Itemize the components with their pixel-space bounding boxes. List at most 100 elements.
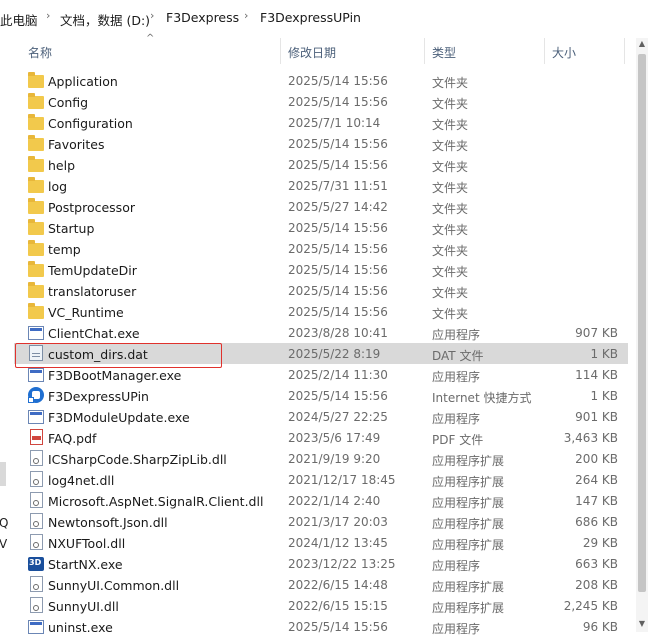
file-row[interactable]: TemUpdateDir 2025/5/14 15:56 文件夹 [14,259,628,280]
file-modified-date: 2022/6/15 14:48 [288,578,388,592]
file-size: 1 KB [590,389,618,403]
breadcrumb-separator-icon[interactable]: › [150,9,154,22]
file-row[interactable]: Newtonsoft.Json.dll 2021/3/17 20:03 应用程序扩展… [14,511,628,532]
file-modified-date: 2025/5/14 15:56 [288,74,388,88]
folder-icon [28,114,44,130]
column-header-type[interactable]: 类型 [432,44,456,61]
file-modified-date: 2025/5/14 15:56 [288,221,388,235]
file-modified-date: 2022/6/15 15:15 [288,599,388,613]
file-row[interactable]: Configuration 2025/7/1 10:14 文件夹 [14,112,628,133]
folder-icon [28,93,44,109]
file-type: PDF 文件 [432,433,484,447]
file-name: temp [48,242,81,257]
breadcrumb-item-drive-d[interactable]: 文档，数据 (D:) [60,10,150,29]
breadcrumb-item-f3dexpressupin[interactable]: F3DexpressUPin [260,10,361,25]
breadcrumb-separator-icon[interactable]: › [244,9,248,22]
file-modified-date: 2025/5/14 15:56 [288,389,388,403]
dat-file-icon [29,345,43,361]
scroll-down-arrow-icon[interactable]: ▼ [636,618,648,630]
file-row[interactable]: Microsoft.AspNet.SignalR.Client.dll 2022/… [14,490,628,511]
file-row[interactable]: ICSharpCode.SharpZipLib.dll 2021/9/19 9:2… [14,448,628,469]
file-type: 应用程序扩展 [432,496,505,510]
dll-icon [30,576,43,592]
file-row[interactable]: SunnyUI.dll 2022/6/15 15:15 应用程序扩展 2,245 KB [14,595,628,616]
file-row[interactable]: FAQ.pdf 2023/5/6 17:49 PDF 文件 3,463 KB [14,427,628,448]
file-name: F3DBootManager.exe [48,368,182,383]
file-row[interactable]: uninst.exe 2025/5/14 15:56 应用程序 96 KB [14,616,628,636]
file-size: 663 KB [575,557,618,571]
file-type: 文件夹 [432,244,469,258]
file-name: log4net.dll [48,473,115,488]
file-modified-date: 2021/3/17 20:03 [288,515,388,529]
file-row[interactable]: VC_Runtime 2025/5/14 15:56 文件夹 [14,301,628,322]
file-size: 147 KB [575,494,618,508]
column-divider[interactable] [544,38,545,64]
file-modified-date: 2021/12/17 18:45 [288,473,396,487]
column-divider[interactable] [280,38,281,64]
column-header-date[interactable]: 修改日期 [288,44,336,61]
folder-icon [28,282,44,298]
file-row[interactable]: log 2025/7/31 11:51 文件夹 [14,175,628,196]
file-name: Postprocessor [48,200,135,215]
column-header-size[interactable]: 大小 [552,44,576,61]
file-size: 901 KB [575,410,618,424]
file-type: 应用程序 [432,622,481,636]
file-row[interactable]: log4net.dll 2021/12/17 18:45 应用程序扩展 264 KB [14,469,628,490]
file-modified-date: 2025/5/14 15:56 [288,620,388,634]
file-row[interactable]: custom_dirs.dat 2025/5/22 8:19 DAT 文件 1 KB [14,343,628,364]
breadcrumb-item-this-pc[interactable]: 此电脑 [0,10,38,29]
column-header: ^ 名称 修改日期 类型 大小 [14,33,628,66]
file-row[interactable]: Config 2025/5/14 15:56 文件夹 [14,91,628,112]
file-modified-date: 2025/7/1 10:14 [288,116,381,130]
file-row[interactable]: Postprocessor 2025/5/27 14:42 文件夹 [14,196,628,217]
file-modified-date: 2024/1/12 13:45 [288,536,388,550]
column-divider[interactable] [624,38,625,64]
file-size: 2,245 KB [563,599,618,613]
file-modified-date: 2025/5/14 15:56 [288,284,388,298]
file-name: Newtonsoft.Json.dll [48,515,168,530]
file-row[interactable]: Favorites 2025/5/14 15:56 文件夹 [14,133,628,154]
file-row[interactable]: SunnyUI.Common.dll 2022/6/15 14:48 应用程序扩展 2… [14,574,628,595]
file-row[interactable]: F3DModuleUpdate.exe 2024/5/27 22:25 应用程序 90… [14,406,628,427]
file-row[interactable]: Startup 2025/5/14 15:56 文件夹 [14,217,628,238]
file-row[interactable]: F3DexpressUPin 2025/5/14 15:56 Internet 快捷… [14,385,628,406]
file-modified-date: 2025/5/14 15:56 [288,305,388,319]
file-row[interactable]: NXUFTool.dll 2024/1/12 13:45 应用程序扩展 29 KB [14,532,628,553]
file-name: Favorites [48,137,105,152]
file-name: ICSharpCode.SharpZipLib.dll [48,452,227,467]
file-row[interactable]: help 2025/5/14 15:56 文件夹 [14,154,628,175]
file-row[interactable]: translatoruser 2025/5/14 15:56 文件夹 [14,280,628,301]
file-name: ClientChat.exe [48,326,140,341]
breadcrumb-item-f3dexpress[interactable]: F3Dexpress [166,10,239,25]
scroll-up-arrow-icon[interactable]: ▲ [636,38,648,50]
file-name: help [48,158,76,173]
file-row[interactable]: Application 2025/5/14 15:56 文件夹 [14,70,628,91]
column-header-name[interactable]: 名称 [28,44,52,61]
file-type: 应用程序 [432,370,481,384]
pdf-icon [30,429,43,445]
scrollbar-thumb[interactable] [638,54,646,592]
folder-icon [28,156,44,172]
breadcrumb-separator-icon[interactable]: › [46,9,50,22]
vertical-scrollbar[interactable]: ▲ ▼ [628,34,666,636]
file-list: Application 2025/5/14 15:56 文件夹 Config 2025/… [14,70,628,636]
file-name: StartNX.exe [48,557,123,572]
column-divider[interactable] [424,38,425,64]
file-type: 文件夹 [432,223,469,237]
file-modified-date: 2022/1/14 2:40 [288,494,381,508]
file-row[interactable]: temp 2025/5/14 15:56 文件夹 [14,238,628,259]
file-size: 208 KB [575,578,618,592]
file-modified-date: 2023/12/22 13:25 [288,557,396,571]
nav-selection-marker [0,462,6,486]
file-row[interactable]: StartNX.exe 2023/12/22 13:25 应用程序 663 KB [14,553,628,574]
file-size: 264 KB [575,473,618,487]
file-size: 3,463 KB [563,431,618,445]
file-type: 应用程序扩展 [432,538,505,552]
file-name: translatoruser [48,284,137,299]
file-row[interactable]: ClientChat.exe 2023/8/28 10:41 应用程序 907 KB [14,322,628,343]
file-row[interactable]: F3DBootManager.exe 2025/2/14 11:30 应用程序 114… [14,364,628,385]
file-modified-date: 2023/8/28 10:41 [288,326,388,340]
file-size: 96 KB [582,620,618,634]
file-type: 应用程序 [432,328,481,342]
file-type: Internet 快捷方式 [432,391,532,405]
